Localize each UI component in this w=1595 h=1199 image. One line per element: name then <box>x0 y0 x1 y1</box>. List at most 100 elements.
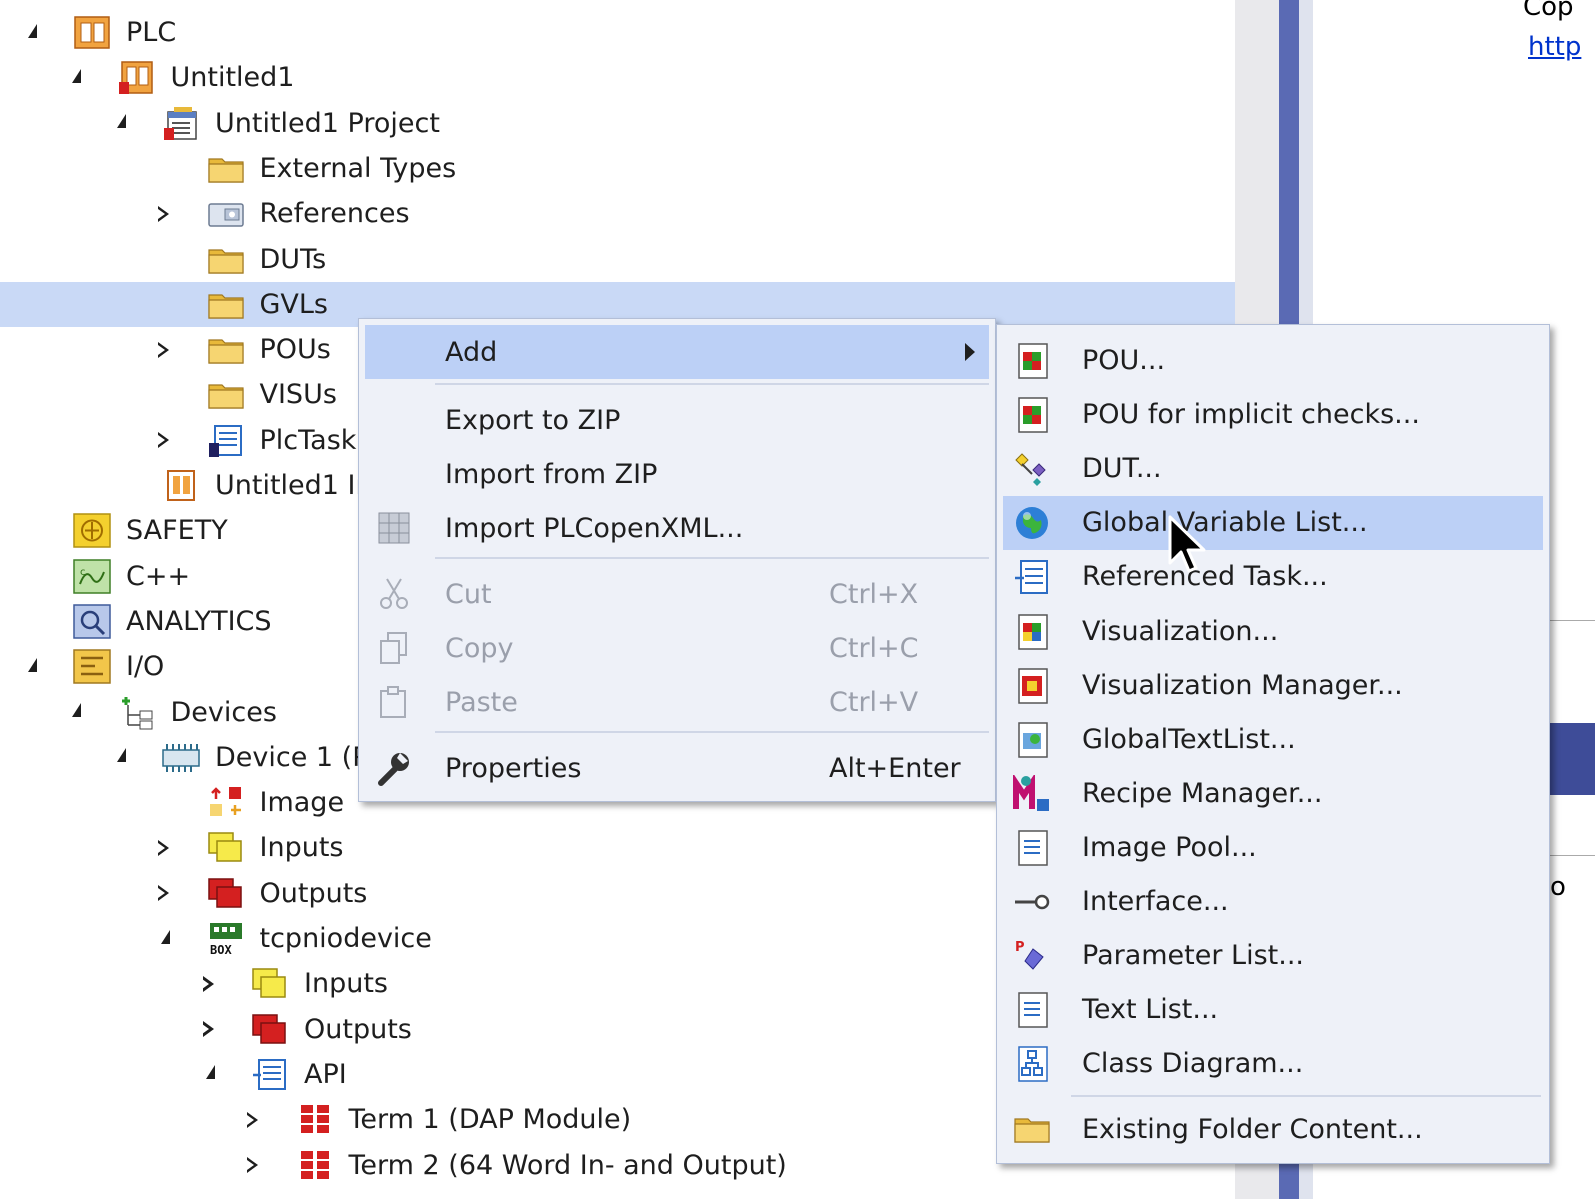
tree-item[interactable]: References <box>0 191 1235 236</box>
context-menu-item[interactable]: Properties Alt+Enter <box>365 741 989 795</box>
submenu-item-label: Parameter List... <box>1082 940 1304 972</box>
submenu-item[interactable]: Class Diagram... <box>1003 1037 1543 1091</box>
submenu-item-label: GlobalTextList... <box>1082 723 1296 755</box>
collapse-arrow-icon[interactable] <box>107 735 131 780</box>
tree-item-label: GVLs <box>259 288 329 320</box>
tree-item-label: External Types <box>259 152 457 184</box>
shortcut-label: Alt+Enter <box>829 752 961 784</box>
collapse-arrow-icon[interactable] <box>18 10 42 55</box>
dut-icon <box>1013 450 1051 488</box>
submenu-item[interactable]: Image Pool... <box>1003 821 1543 875</box>
submenu-item[interactable]: DUT... <box>1003 442 1543 496</box>
context-menu-item-label: Copy <box>445 632 514 664</box>
expand-arrow-icon[interactable] <box>152 825 176 870</box>
instance-icon <box>162 468 200 503</box>
editor-tab-band <box>1548 723 1595 795</box>
submenu-item-label: Interface... <box>1082 886 1229 917</box>
tree-item-label: Term 1 (DAP Module) <box>348 1104 632 1136</box>
collapse-arrow-icon[interactable] <box>107 101 131 146</box>
tree-item[interactable]: DUTs <box>0 237 1235 282</box>
folder-icon <box>207 377 245 412</box>
visualization-manager-icon <box>1013 667 1051 705</box>
tree-item[interactable]: PLC <box>0 10 1235 55</box>
copy-icon <box>375 629 413 667</box>
tree-item-label: Image <box>259 787 345 819</box>
context-menu-item[interactable]: Add <box>365 325 989 379</box>
submenu-item[interactable]: Interface... <box>1003 875 1543 929</box>
submenu-item[interactable]: POU for implicit checks... <box>1003 388 1543 442</box>
plc-icon <box>73 15 111 50</box>
submenu-item[interactable]: Text List... <box>1003 983 1543 1037</box>
tree-item-label: POUs <box>259 334 331 366</box>
expand-arrow-icon[interactable] <box>241 1097 265 1142</box>
editor-text-fragment: o <box>1550 872 1566 902</box>
box-icon: BOX <box>207 921 245 957</box>
submenu-item[interactable]: Existing Folder Content... <box>1003 1103 1543 1157</box>
submenu-item[interactable]: POU... <box>1003 334 1543 388</box>
expand-arrow-icon[interactable] <box>152 191 176 236</box>
editor-divider <box>1548 620 1595 621</box>
collapse-arrow-icon[interactable] <box>63 55 87 100</box>
references-icon <box>207 196 245 231</box>
tree-item-label: PlcTask <box>259 424 357 456</box>
context-menu-item-label: Paste <box>445 686 518 718</box>
folder-icon <box>207 332 245 367</box>
tree-item[interactable]: External Types <box>0 146 1235 191</box>
tree-item-label: References <box>259 198 410 230</box>
referenced-task-icon <box>1013 558 1051 596</box>
image-icon <box>207 785 245 820</box>
collapse-arrow-icon[interactable] <box>18 644 42 689</box>
svg-text:P: P <box>1015 940 1025 955</box>
context-menu-item[interactable]: Cut Ctrl+X <box>365 567 989 621</box>
submenu-item[interactable]: Referenced Task... <box>1003 550 1543 604</box>
context-menu-item-label: Add <box>445 336 498 368</box>
collapse-arrow-icon[interactable] <box>196 1052 220 1097</box>
editor-link[interactable]: http <box>1528 32 1581 62</box>
outputs-icon <box>207 876 245 911</box>
folder-icon <box>207 151 245 186</box>
expand-arrow-icon[interactable] <box>196 961 220 1006</box>
add-submenu: POU... POU for implicit checks... DUT... Gl… <box>996 324 1550 1164</box>
submenu-item[interactable]: Recipe Manager... <box>1003 767 1543 821</box>
tree-item[interactable]: Untitled1 <box>0 55 1235 100</box>
expand-arrow-icon[interactable] <box>196 1007 220 1052</box>
shortcut-label: Ctrl+C <box>829 632 919 664</box>
collapse-arrow-icon[interactable] <box>152 916 176 961</box>
collapse-arrow-icon[interactable] <box>63 690 87 735</box>
expand-arrow-icon[interactable] <box>152 418 176 463</box>
tree-item-label: Devices <box>170 696 277 728</box>
submenu-item[interactable]: GlobalTextList... <box>1003 713 1543 767</box>
svg-text:BOX: BOX <box>210 943 232 956</box>
menu-separator <box>1071 1095 1541 1098</box>
submenu-item-label: Visualization Manager... <box>1082 669 1403 701</box>
context-menu-item[interactable]: Copy Ctrl+C <box>365 621 989 675</box>
context-menu-item[interactable]: Import PLCopenXML... <box>365 501 989 555</box>
submenu-item[interactable]: P Parameter List... <box>1003 929 1543 983</box>
submenu-item-label: Visualization... <box>1082 615 1279 647</box>
tree-item-label: Outputs <box>304 1013 412 1045</box>
analytics-icon <box>73 604 111 639</box>
submenu-item[interactable]: Visualization... <box>1003 605 1543 659</box>
submenu-item-label: Global Variable List... <box>1082 507 1368 539</box>
context-menu-item[interactable]: Paste Ctrl+V <box>365 675 989 729</box>
recipe-manager-icon <box>1013 772 1051 813</box>
submenu-item[interactable]: Global Variable List... <box>1003 496 1543 551</box>
submenu-item[interactable]: Visualization Manager... <box>1003 659 1543 713</box>
expand-arrow-icon[interactable] <box>152 327 176 372</box>
submenu-item-label: DUT... <box>1082 453 1162 485</box>
context-menu-item-label: Export to ZIP <box>445 404 621 436</box>
wrench-icon <box>375 749 413 787</box>
device-icon <box>162 740 200 775</box>
tree-item-label: Device 1 (P <box>215 741 369 773</box>
context-menu-item[interactable]: Export to ZIP <box>365 393 989 447</box>
context-menu-item[interactable]: Import from ZIP <box>365 447 989 501</box>
inputs-icon <box>207 830 245 865</box>
expand-arrow-icon[interactable] <box>241 1143 265 1188</box>
paste-icon <box>375 683 413 721</box>
tree-item[interactable]: Untitled1 Project <box>0 101 1235 146</box>
submenu-item-label: POU... <box>1082 345 1166 376</box>
tree-item-label: DUTs <box>259 243 327 275</box>
expand-arrow-icon[interactable] <box>152 871 176 916</box>
cpp-icon: c <box>73 558 111 594</box>
menu-separator <box>435 731 989 733</box>
